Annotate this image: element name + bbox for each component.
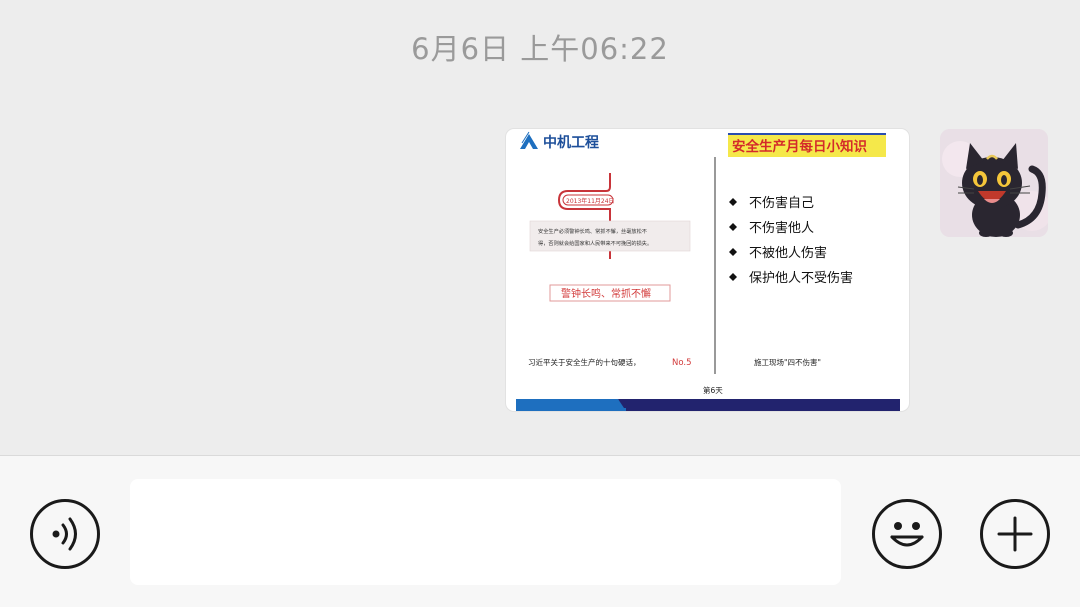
voice-button[interactable] [30,499,100,569]
left-caption: 习近平关于安全生产的十句硬话， [528,357,641,367]
cat-avatar-icon [940,129,1048,237]
bullet-list: 不伤害自己 不伤害他人 不被他人伤害 保护他人不受伤害 [729,195,853,286]
bullet-item: 保护他人不受伤害 [749,270,853,286]
banner-title: 安全生产月每日小知识 [732,138,867,155]
bullet-item: 不被他人伤害 [749,245,827,261]
bullet-item: 不伤害他人 [749,220,814,236]
emoji-icon [890,522,924,547]
quote-line-2: 得，否则就会给国家和人民带来不可挽回的损失。 [538,239,652,247]
company-name: 中机工程 [543,134,599,151]
date-tag: 2013年11月24日 [566,197,615,205]
bullet-item: 不伤害自己 [749,195,814,211]
avatar[interactable] [940,129,1048,237]
footer-bar-navy [618,399,900,411]
day-label: 第6天 [703,385,723,395]
plus-button[interactable] [980,499,1050,569]
message-input[interactable] [130,479,841,585]
input-bar [0,455,1080,607]
message-timestamp: 6月6日 上午06:22 [411,32,669,66]
quote-line-1: 安全生产必须警钟长鸣、常抓不懈，丝毫放松不 [538,227,647,235]
plus-icon [997,516,1033,552]
footer-bar-blue [516,399,626,408]
company-logo [520,131,538,149]
safety-poster: 中机工程 安全生产月每日小知识 2013年11月24日 安全生产必须警钟长鸣、常… [516,131,900,411]
emoji-button[interactable] [872,499,942,569]
image-message[interactable]: 中机工程 安全生产月每日小知识 2013年11月24日 安全生产必须警钟长鸣、常… [506,129,909,411]
voice-icon [52,517,77,551]
highlight-slogan: 警钟长鸣、常抓不懈 [561,287,651,300]
left-caption-number: No.5 [672,358,692,368]
right-caption: 施工现场"四不伤害" [754,357,821,367]
